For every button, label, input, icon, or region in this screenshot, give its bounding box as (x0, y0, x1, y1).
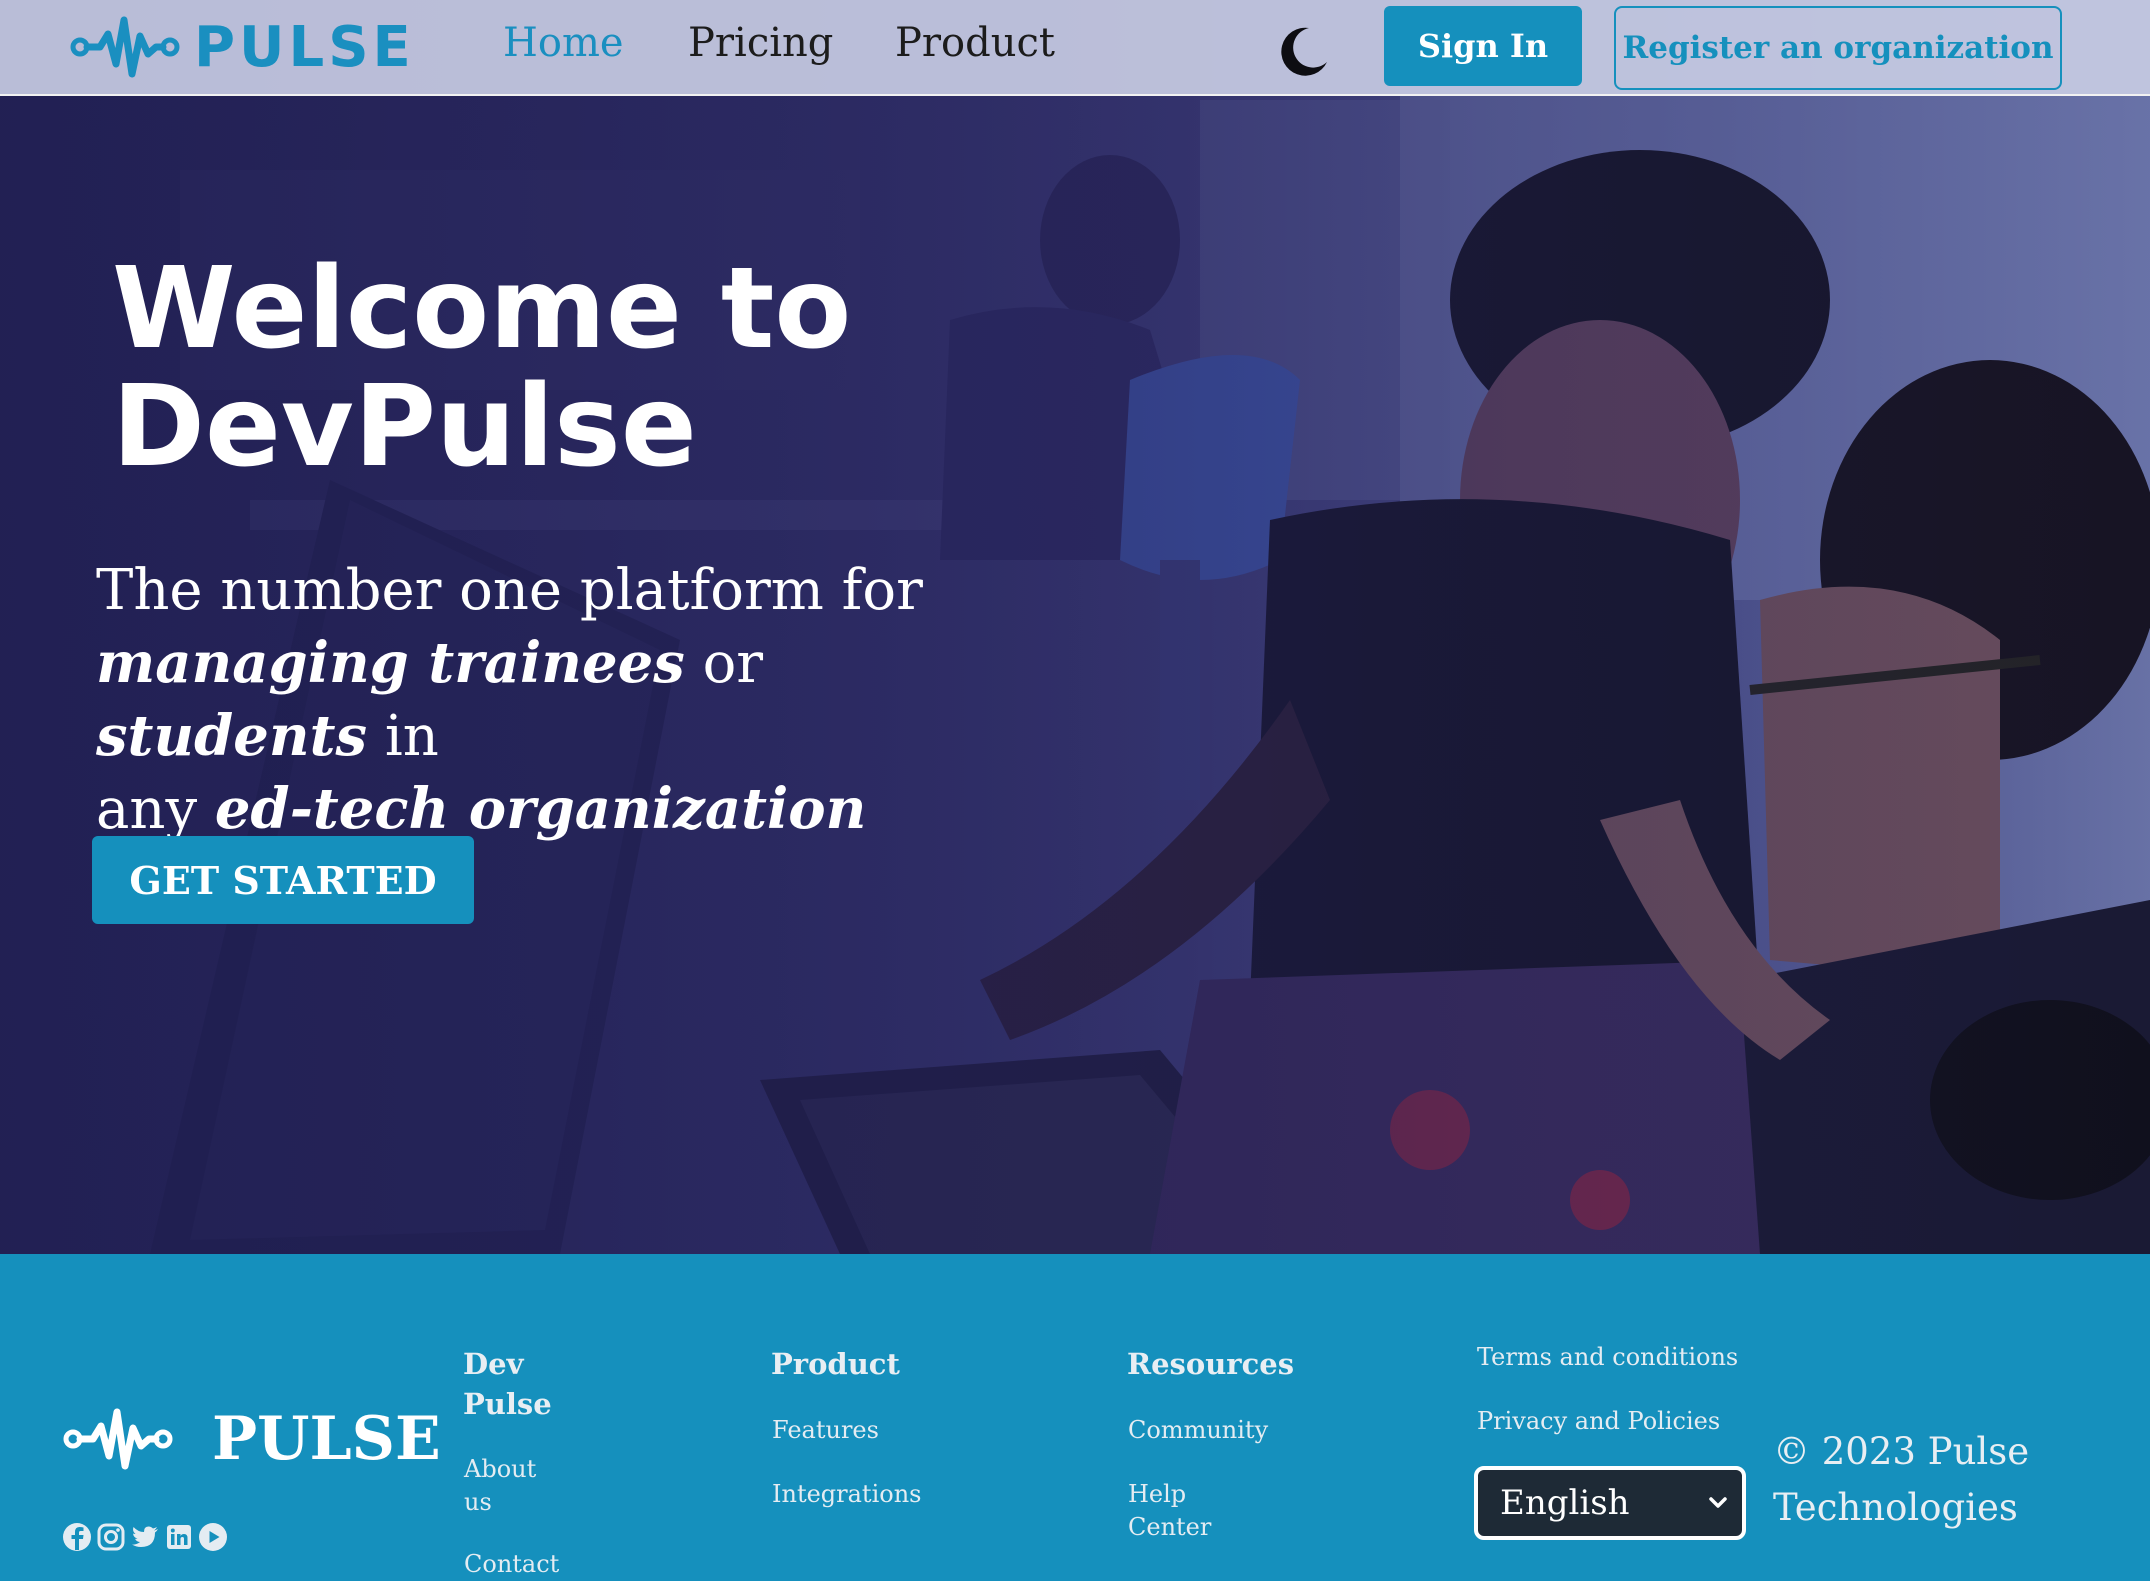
footer-link-about-us[interactable]: About us (464, 1453, 536, 1519)
nav-link-pricing[interactable]: Pricing (688, 20, 833, 66)
linkedin-icon[interactable] (164, 1522, 194, 1552)
footer-link-help-line2: Center (1128, 1513, 1212, 1541)
footer-devpulse-heading: Dev Pulse (463, 1344, 552, 1424)
footer-link-privacy[interactable]: Privacy and Policies (1477, 1405, 1720, 1438)
copyright-text: © 2023 Pulse Technologies (1773, 1424, 2103, 1536)
footer-link-help-line1: Help (1128, 1480, 1187, 1508)
pulse-logo-icon (70, 16, 180, 78)
instagram-icon[interactable] (96, 1522, 126, 1552)
nav-link-home[interactable]: Home (503, 20, 624, 66)
footer-devpulse-heading-line1: Dev (463, 1347, 524, 1381)
moon-icon[interactable] (1275, 24, 1329, 78)
youtube-icon[interactable] (198, 1522, 228, 1552)
hero-title: Welcome to DevPulse (112, 250, 1012, 486)
register-organization-button[interactable]: Register an organization (1614, 6, 2062, 90)
get-started-button[interactable]: GET STARTED (92, 836, 474, 924)
hero-sub-emphasis3: ed-tech organization (214, 776, 867, 842)
social-links (62, 1522, 228, 1552)
copyright-line1: © 2023 Pulse (1773, 1430, 2030, 1473)
footer-link-features[interactable]: Features (772, 1414, 879, 1447)
hero-sub-text4: any (96, 777, 198, 842)
brand-name: PULSE (194, 14, 415, 80)
footer-pulse-logo-icon (63, 1408, 173, 1470)
footer-link-help-center[interactable]: Help Center (1128, 1478, 1211, 1544)
footer-link-community[interactable]: Community (1128, 1414, 1268, 1447)
footer-devpulse-heading-line2: Pulse (463, 1387, 552, 1421)
language-selected-value: English (1500, 1483, 1630, 1523)
footer-link-about-line2: us (464, 1488, 492, 1516)
hero-sub-emphasis2: students (96, 703, 368, 769)
footer-link-terms[interactable]: Terms and conditions (1477, 1341, 1738, 1374)
nav-link-product[interactable]: Product (895, 20, 1055, 66)
hero-sub-text3: in (384, 704, 439, 769)
top-navbar: PULSE Home Pricing Product Sign In Regis… (0, 0, 2150, 96)
facebook-icon[interactable] (62, 1522, 92, 1552)
chevron-down-icon (1709, 1497, 1727, 1508)
hero-subtitle: The number one platform for managing tra… (96, 554, 996, 846)
footer-resources-heading: Resources (1127, 1347, 1295, 1381)
hero-title-line1: Welcome to (112, 244, 852, 374)
brand-logo[interactable]: PULSE (70, 14, 415, 80)
footer-brand-name: PULSE (212, 1404, 441, 1474)
copyright-line2: Technologies (1773, 1486, 2018, 1529)
hero-sub-text1: The number one platform for (96, 558, 923, 623)
footer-product-heading: Product (771, 1347, 900, 1381)
hero-section: Welcome to DevPulse The number one platf… (0, 0, 2150, 1254)
footer-link-integrations[interactable]: Integrations (772, 1478, 921, 1511)
twitter-icon[interactable] (130, 1522, 160, 1552)
sign-in-button[interactable]: Sign In (1384, 6, 1582, 86)
footer-brand-logo[interactable]: PULSE (62, 1404, 441, 1474)
hero-sub-emphasis1: managing trainees (96, 630, 685, 696)
language-select[interactable]: English (1474, 1466, 1746, 1540)
footer-link-about-line1: About (464, 1455, 537, 1483)
hero-sub-text2: or (702, 631, 764, 696)
footer-link-contact[interactable]: Contact (464, 1548, 559, 1581)
hero-title-line2: DevPulse (112, 362, 697, 492)
